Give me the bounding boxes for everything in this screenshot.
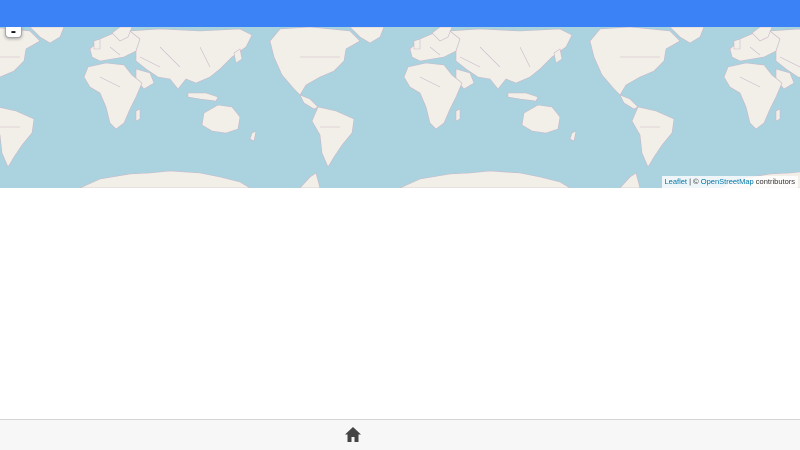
- attribution-suffix: contributors: [753, 177, 795, 186]
- app-header: [0, 0, 800, 27]
- home-button[interactable]: [343, 425, 363, 445]
- map-tiles: [0, 27, 800, 188]
- attribution-separator: | ©: [687, 177, 701, 186]
- bottom-navigation-bar: [0, 419, 800, 450]
- home-icon: [345, 427, 361, 442]
- world-map[interactable]: - Leaflet | © OpenStreetMap contributors: [0, 27, 800, 188]
- openstreetmap-link[interactable]: OpenStreetMap: [701, 177, 754, 186]
- map-attribution: Leaflet | © OpenStreetMap contributors: [661, 176, 798, 188]
- content-area: [0, 188, 800, 419]
- zoom-out-button[interactable]: -: [5, 27, 22, 39]
- leaflet-link[interactable]: Leaflet: [665, 177, 688, 186]
